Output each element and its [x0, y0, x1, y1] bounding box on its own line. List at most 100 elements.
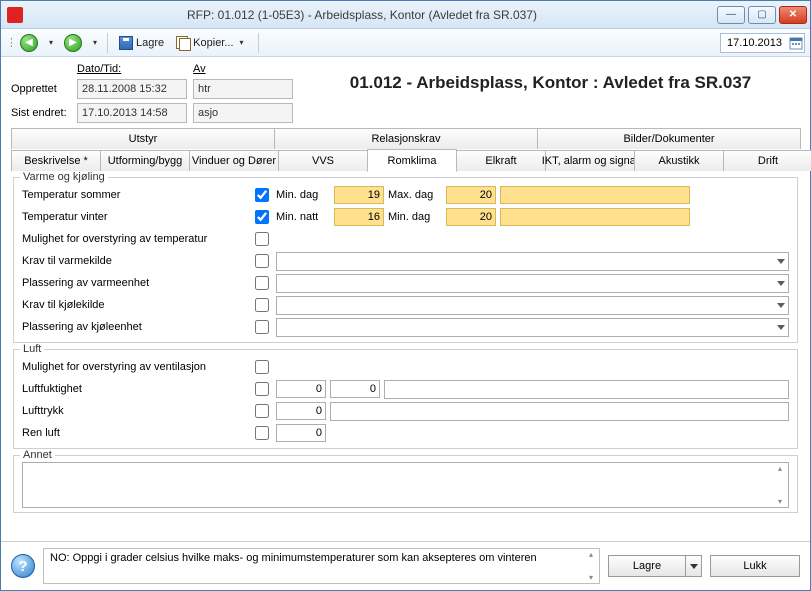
tab-beskrivelse[interactable]: Beskrivelse *	[11, 150, 101, 171]
hint-scrollbar[interactable]: ▴▾	[584, 550, 598, 582]
header-area: Dato/Tid: Av Opprettet Sist endret: 01.0…	[1, 57, 810, 127]
arrow-right-icon: ▶	[64, 34, 82, 52]
chk-overstyr-vent[interactable]	[255, 360, 269, 374]
titlebar: RFP: 01.012 (1-05E3) - Arbeidsplass, Kon…	[1, 1, 810, 29]
chevron-down-icon[interactable]: ▾	[90, 38, 100, 47]
label-max-dag: Max. dag	[388, 189, 442, 201]
combo-krav-kjole[interactable]	[276, 296, 789, 315]
chk-temp-vinter[interactable]	[255, 210, 269, 224]
tab-relasjonskrav[interactable]: Relasjonskrav	[274, 128, 538, 149]
label-luftfukt: Luftfuktighet	[22, 383, 247, 395]
label-plass-kjole: Plassering av kjøleenhet	[22, 321, 247, 333]
tab-bilder-dokumenter[interactable]: Bilder/Dokumenter	[537, 128, 801, 149]
calendar-icon[interactable]	[789, 36, 803, 50]
temp-vinter-min[interactable]	[334, 208, 384, 226]
chevron-down-icon[interactable]: ▾	[46, 38, 56, 47]
tab-romklima[interactable]: Romklima	[367, 149, 457, 172]
combo-plass-kjole[interactable]	[276, 318, 789, 337]
help-icon[interactable]: ?	[11, 554, 35, 578]
close-button[interactable]: ✕	[779, 6, 807, 24]
tab-elkraft[interactable]: Elkraft	[456, 150, 546, 171]
chk-plass-varme[interactable]	[255, 276, 269, 290]
tab-utstyr[interactable]: Utstyr	[11, 128, 275, 149]
save-button[interactable]: Lagre	[115, 32, 168, 54]
copy-button[interactable]: Kopier... ▾	[172, 32, 250, 54]
tab-akustikk[interactable]: Akustikk	[634, 150, 724, 171]
created-label: Opprettet	[11, 83, 71, 95]
lufttrykk-text[interactable]	[330, 402, 789, 421]
lagre-dropdown[interactable]	[686, 555, 702, 577]
label-min-dag2: Min. dag	[388, 211, 442, 223]
temp-vinter-max[interactable]	[446, 208, 496, 226]
chk-krav-varmekilde[interactable]	[255, 254, 269, 268]
content: Varme og kjøling Temperatur sommer Min. …	[1, 171, 810, 541]
toolbar-separator	[107, 33, 108, 53]
chk-overstyr-temp[interactable]	[255, 232, 269, 246]
label-min-dag: Min. dag	[276, 189, 330, 201]
temp-vinter-extra[interactable]	[500, 208, 690, 226]
minimize-button[interactable]: —	[717, 6, 745, 24]
tab-vinduer[interactable]: Vinduer og Dører	[189, 150, 279, 171]
date-input[interactable]	[722, 36, 787, 50]
chk-temp-sommer[interactable]	[255, 188, 269, 202]
label-temp-sommer: Temperatur sommer	[22, 189, 247, 201]
window: RFP: 01.012 (1-05E3) - Arbeidsplass, Kon…	[0, 0, 811, 591]
chk-renluft[interactable]	[255, 426, 269, 440]
luftfukt-text[interactable]	[384, 380, 789, 399]
created-date	[77, 79, 187, 99]
chk-luftfukt[interactable]	[255, 382, 269, 396]
date-picker[interactable]	[720, 33, 805, 53]
chevron-down-icon: ▾	[237, 38, 247, 47]
temp-sommer-extra[interactable]	[500, 186, 690, 204]
label-min-natt: Min. natt	[276, 211, 330, 223]
combo-plass-varme[interactable]	[276, 274, 789, 293]
luftfukt-val1[interactable]	[276, 380, 326, 398]
lufttrykk-val[interactable]	[276, 402, 326, 420]
legend-annet: Annet	[20, 449, 55, 461]
lukk-button[interactable]: Lukk	[710, 555, 800, 577]
tab-drift[interactable]: Drift	[723, 150, 811, 171]
arrow-left-icon: ◀	[20, 34, 38, 52]
luftfukt-val2[interactable]	[330, 380, 380, 398]
lagre-button[interactable]: Lagre	[608, 555, 686, 577]
scrollbar[interactable]: ▴▾	[773, 464, 787, 506]
tab-vvs[interactable]: VVS	[278, 150, 368, 171]
temp-sommer-max[interactable]	[446, 186, 496, 204]
legend-luft: Luft	[20, 343, 44, 355]
header-dato-tid: Dato/Tid:	[77, 63, 187, 75]
nav-back-button[interactable]: ◀	[16, 32, 42, 54]
chk-krav-kjole[interactable]	[255, 298, 269, 312]
meta-grid: Dato/Tid: Av Opprettet Sist endret:	[11, 63, 293, 123]
bottom-bar: ? NO: Oppgi i grader celsius hvilke maks…	[1, 541, 810, 590]
chk-lufttrykk[interactable]	[255, 404, 269, 418]
combo-krav-varmekilde[interactable]	[276, 252, 789, 271]
annet-textarea[interactable]: ▴▾	[22, 462, 789, 508]
label-lufttrykk: Lufttrykk	[22, 405, 247, 417]
nav-forward-button[interactable]: ▶	[60, 32, 86, 54]
tab-utforming[interactable]: Utforming/bygg	[100, 150, 190, 171]
toolbar-separator	[258, 33, 259, 53]
toolbar-grip: ⋮	[6, 36, 12, 49]
maximize-button[interactable]: ▢	[748, 6, 776, 24]
group-luft: Luft Mulighet for overstyring av ventila…	[13, 349, 798, 449]
copy-label: Kopier...	[193, 37, 233, 49]
label-krav-kjole: Krav til kjølekilde	[22, 299, 247, 311]
label-overstyr-vent: Mulighet for overstyring av ventilasjon	[22, 361, 247, 373]
renluft-val[interactable]	[276, 424, 326, 442]
tab-ikt[interactable]: IKT, alarm og signal	[545, 150, 635, 171]
save-icon	[119, 36, 133, 50]
copy-icon	[176, 36, 190, 50]
label-temp-vinter: Temperatur vinter	[22, 211, 247, 223]
changed-by	[193, 103, 293, 123]
created-by	[193, 79, 293, 99]
legend-varme: Varme og kjøling	[20, 171, 108, 183]
chk-plass-kjole[interactable]	[255, 320, 269, 334]
label-overstyr-temp: Mulighet for overstyring av temperatur	[22, 233, 247, 245]
temp-sommer-min[interactable]	[334, 186, 384, 204]
changed-label: Sist endret:	[11, 107, 71, 119]
app-icon	[7, 7, 23, 23]
group-varme: Varme og kjøling Temperatur sommer Min. …	[13, 177, 798, 343]
save-label: Lagre	[136, 37, 164, 49]
toolbar: ⋮ ◀ ▾ ▶ ▾ Lagre Kopier... ▾	[1, 29, 810, 57]
window-title: RFP: 01.012 (1-05E3) - Arbeidsplass, Kon…	[187, 8, 537, 22]
